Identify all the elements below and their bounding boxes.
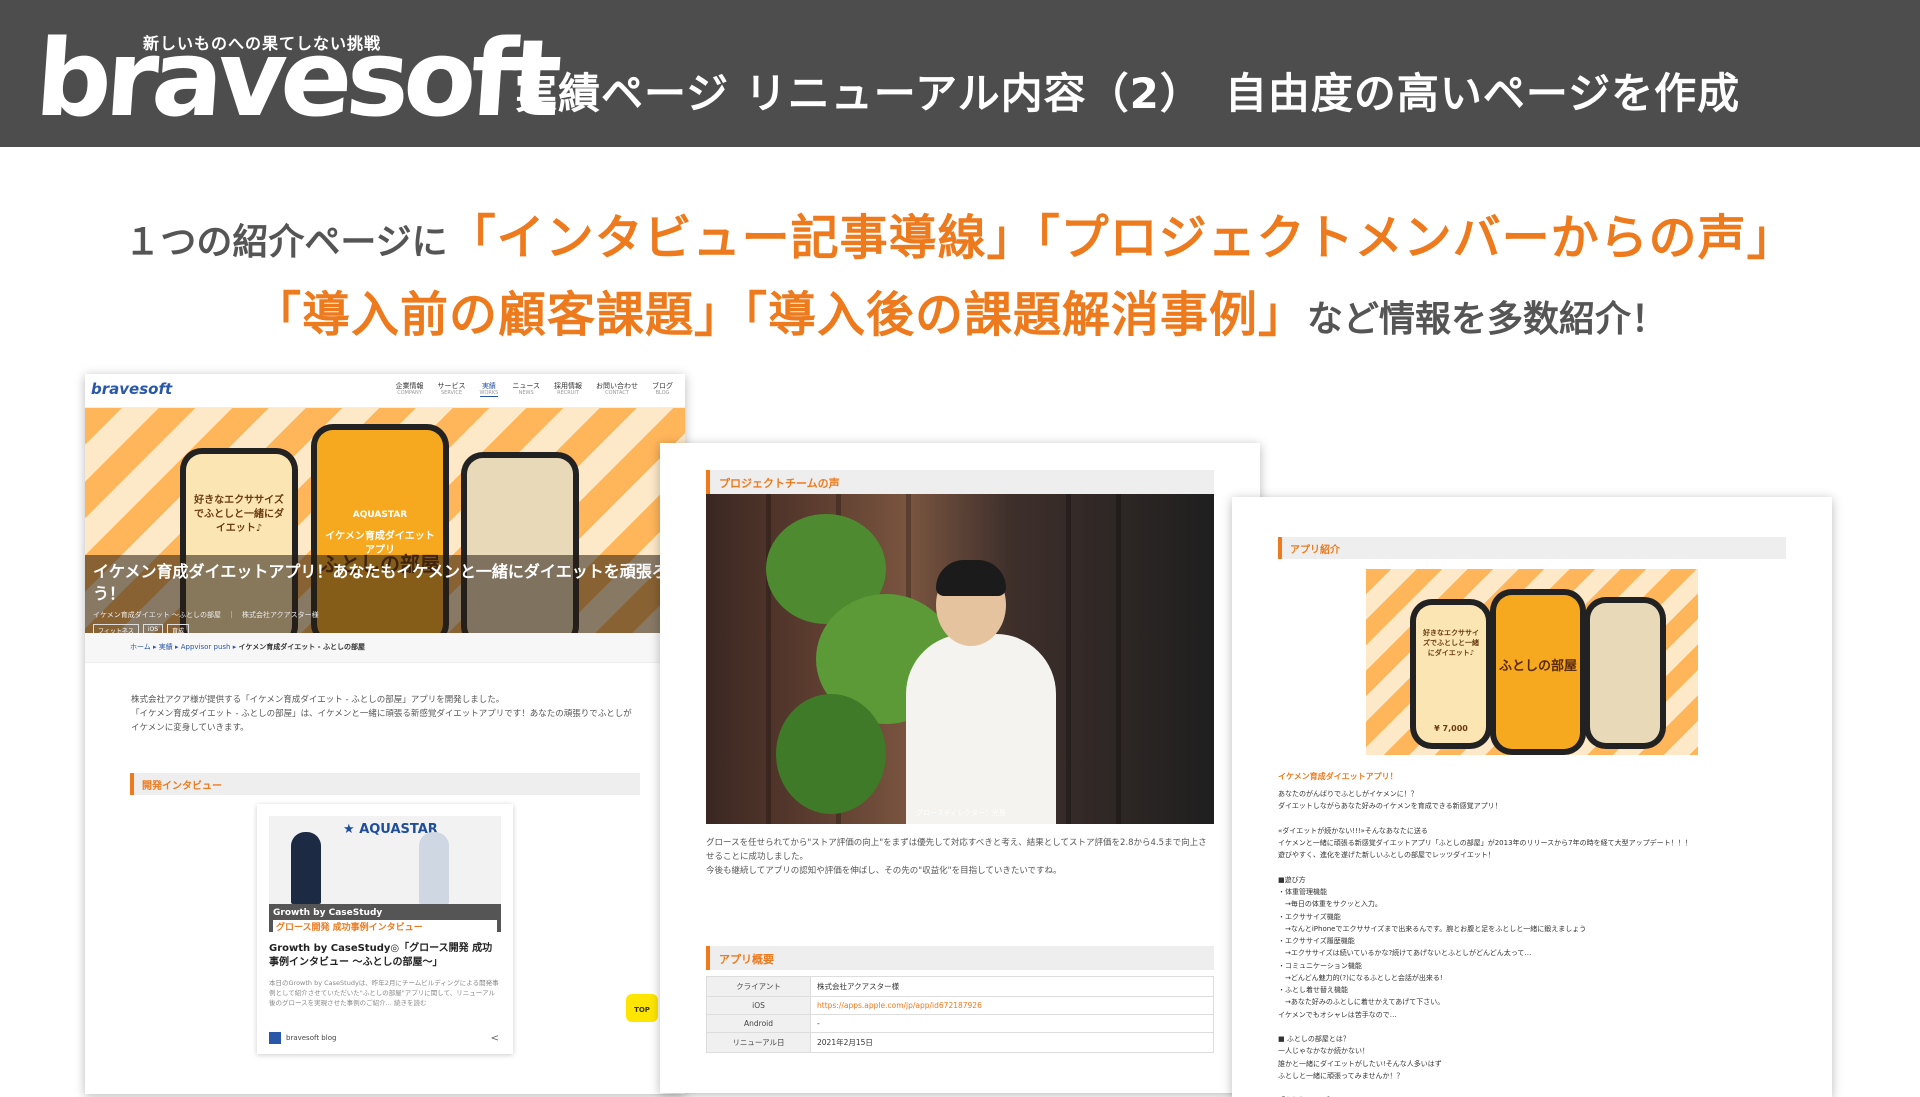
person-silhouette (419, 832, 449, 904)
ios-store-link[interactable]: https://apps.apple.com/jp/app/id67218792… (817, 1001, 982, 1010)
nav-item[interactable]: サービス SERVICE (438, 382, 466, 397)
blog-thumbnail: ★ AQUASTAR Growth by CaseStudy グロース開発 成功事… (269, 816, 501, 932)
hero-image: 好きなエクササイズでふとしと一緒にダイエット♪ AQUASTAR イケメン育成ダ… (85, 408, 685, 633)
nav-item[interactable]: 採用情報 RECRUIT (554, 382, 582, 397)
works-description: 株式会社アクア様が提供する「イケメン育成ダイエット - ふとしの部屋」アプリを開… (131, 695, 632, 734)
breadcrumb-current: イケメン育成ダイエット - ふとしの部屋 (238, 643, 365, 651)
back-to-top-button[interactable]: TOP (626, 994, 658, 1022)
nav-item[interactable]: 企業情報 COMPANY (396, 382, 424, 397)
header-bar: 新しいものへの果てしない挑戦 bravesoft 実績ページ リニューアル内容（… (0, 0, 1920, 147)
section-heading-interview: 開発インタビュー (130, 773, 640, 796)
phone-left-text: 好きなエクササイズでふとしと一緒にダイエット♪ (194, 495, 284, 534)
nav-item[interactable]: お問い合わせ CONTACT (596, 382, 638, 397)
bravesoft-logo: bravesoft (31, 17, 560, 140)
photo-caption: グロースディレクター：光島 (916, 809, 1006, 817)
headline-highlight-1: 「インタビュー記事導線」「プロジェクトメンバーからの声」 (447, 210, 1796, 266)
headline-line-2: 「導入前の顧客課題」「導入後の課題解消事例」など情報を多数紹介！ (0, 275, 1920, 345)
app-intro-heading: イケメン育成ダイエットアプリ！ (1278, 772, 1398, 781)
app-overview-table: クライアント 株式会社アクアスター様 iOS https://apps.apple.… (706, 976, 1214, 1054)
hero-caption: イケメン育成ダイエットアプリ！あなたもイケメンと一緒にダイエットを頑張ろう！ イ… (85, 555, 685, 633)
table-row: リニューアル日 2021年2月15日 (706, 1032, 1214, 1054)
app-intro-screenshot: アプリ紹介 好きなエクササイズでふとしと一緒にダイエット♪ ¥ 7,000 ふとし… (1232, 497, 1832, 1097)
team-comment: グロースを任せられてから"ストア評価の向上"をまずは優先して対応すべきと考え、結… (706, 838, 1207, 877)
app-intro-text: あなたのがんばりでふとしがイケメンに！？ ダイエットしながらあなた好みのイケメン… (1278, 790, 1692, 1097)
table-row: Android - (706, 1014, 1214, 1034)
blog-source: bravesoft blog (269, 1032, 336, 1044)
nav-logo[interactable]: bravesoft (91, 380, 172, 398)
nav-item[interactable]: ブログ BLOG (652, 382, 673, 397)
table-row: iOS https://apps.apple.com/jp/app/id67218… (706, 996, 1214, 1016)
works-page-screenshot: bravesoft 企業情報 COMPANY サービス SERVICE 実績 WORKS ニ… (85, 374, 685, 1094)
person-silhouette (291, 832, 321, 904)
headline-highlight-2: 「導入前の顧客課題」「導入後の課題解消事例」 (252, 287, 1307, 343)
breadcrumb-appvisor[interactable]: Appvisor push (181, 643, 231, 651)
app-banner: 好きなエクササイズでふとしと一緒にダイエット♪ ¥ 7,000 ふとしの部屋 (1366, 569, 1698, 755)
phone-mockup-right (1584, 597, 1666, 749)
nav-items: 企業情報 COMPANY サービス SERVICE 実績 WORKS ニュース NEWS 採用情… (396, 382, 673, 398)
team-photo: グロースディレクター：光島 (706, 494, 1214, 824)
blog-band-sub: グロース開発 成功事例インタビュー (273, 920, 497, 932)
banner-price: ¥ 7,000 (1434, 724, 1468, 733)
headline-plain-1: １つの紹介ページに (124, 222, 448, 263)
hero-subtitle: イケメン育成ダイエット ～ふとしの部屋 ｜ 株式会社アクアスター様 (93, 610, 319, 619)
breadcrumb: ホーム ▸ 実績 ▸ Appvisor push ▸ イケメン育成ダイエット -… (85, 633, 685, 663)
person-figure (906, 634, 1056, 824)
blog-band: Growth by CaseStudy グロース開発 成功事例インタビュー (269, 904, 501, 932)
table-row: クライアント 株式会社アクアスター様 (706, 976, 1214, 998)
blog-card[interactable]: ★ AQUASTAR Growth by CaseStudy グロース開発 成功事… (257, 804, 513, 1054)
banner-title: ふとしの部屋 (1498, 659, 1577, 674)
share-icon[interactable]: < (491, 1033, 499, 1044)
nav-item[interactable]: ニュース NEWS (512, 382, 540, 397)
phone-mockup-left: 好きなエクササイズでふとしと一緒にダイエット♪ ¥ 7,000 (1410, 599, 1492, 749)
tag-chip[interactable]: 育成 (167, 623, 190, 633)
tag-chip[interactable]: フィットネス (93, 623, 139, 633)
site-nav: bravesoft 企業情報 COMPANY サービス SERVICE 実績 WORKS ニ… (85, 374, 685, 408)
page-title: 実績ページ リニューアル内容（2） 自由度の高いページを作成 (515, 69, 1741, 118)
headline-plain-2: など情報を多数紹介！ (1307, 299, 1668, 340)
hero-tags: フィットネス iOS 育成 (93, 623, 677, 633)
breadcrumb-works[interactable]: 実績 (159, 643, 173, 651)
blog-description: 本日のGrowth by CaseStudyは、昨年2月にチームビルディングによ… (269, 979, 499, 1008)
section-heading-app-intro: アプリ紹介 (1278, 537, 1786, 559)
headline-line-1: １つの紹介ページに「インタビュー記事導線」「プロジェクトメンバーからの声」 (0, 198, 1920, 268)
phone-mockup-center: ふとしの部屋 (1490, 589, 1586, 755)
tag-chip[interactable]: iOS (142, 623, 164, 633)
nav-item[interactable]: 実績 WORKS (479, 382, 499, 398)
blog-title[interactable]: Growth by CaseStudy◎「グロース開発 成功事例インタビュー ～… (257, 932, 513, 970)
breadcrumb-home[interactable]: ホーム (130, 643, 151, 651)
team-voice-screenshot: プロジェクトチームの声 グロースディレクター：光島 グロースを任せられてから"ス… (660, 443, 1260, 1093)
section-heading-team: プロジェクトチームの声 (706, 470, 1214, 494)
phone-brand: AQUASTAR (352, 510, 408, 520)
section-heading-overview: アプリ概要 (706, 946, 1214, 971)
hero-title: イケメン育成ダイエットアプリ！あなたもイケメンと一緒にダイエットを頑張ろう！ (93, 562, 668, 604)
banner-phone-text: 好きなエクササイズでふとしと一緒にダイエット♪ (1423, 629, 1479, 657)
blog-icon (269, 1032, 281, 1044)
